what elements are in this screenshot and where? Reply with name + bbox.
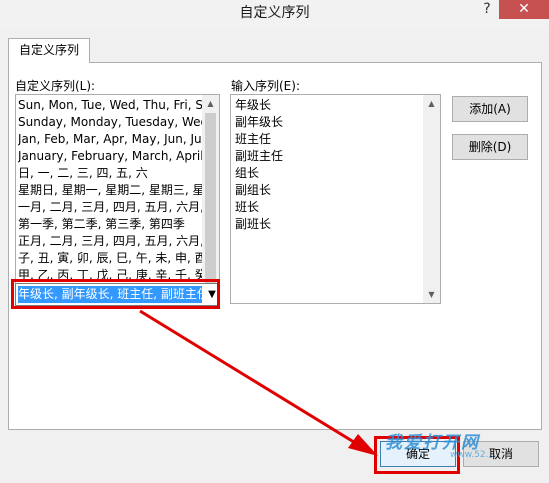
arrow-head <box>348 434 378 456</box>
annotation-arrow <box>139 309 378 456</box>
watermark-url: www.52... <box>450 450 495 460</box>
arrow-shaft <box>139 309 363 449</box>
tab-custom-lists[interactable]: 自定义序列 <box>8 38 90 63</box>
